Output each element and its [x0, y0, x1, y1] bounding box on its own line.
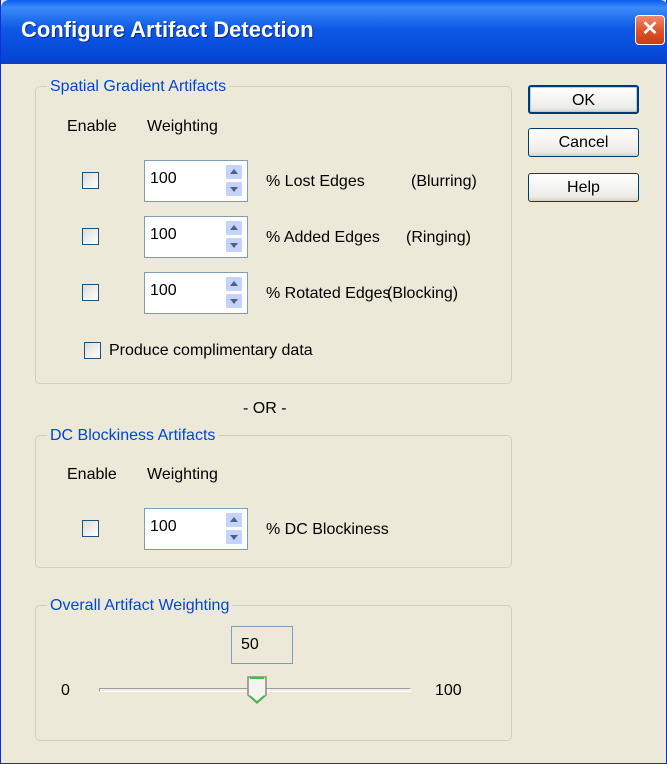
close-icon: ✕ [641, 18, 659, 40]
lost-edges-value[interactable]: 100 [150, 169, 177, 189]
spatial-gradient-label: Spatial Gradient Artifacts [47, 77, 230, 97]
added-edges-value[interactable]: 100 [150, 225, 177, 245]
dc-enable-header: Enable [67, 466, 117, 483]
slider-max-label: 100 [435, 682, 462, 699]
spin-down-button[interactable] [225, 181, 243, 197]
chevron-up-icon [230, 517, 238, 522]
overall-weighting-value: 50 [241, 636, 259, 653]
enable-header: Enable [67, 118, 117, 135]
window-title: Configure Artifact Detection [21, 17, 314, 42]
added-edges-label: % Added Edges [266, 229, 380, 246]
dc-blockiness-value[interactable]: 100 [150, 517, 177, 537]
dc-weighting-header: Weighting [147, 466, 218, 483]
spin-up-button[interactable] [225, 220, 243, 236]
added-edges-note: (Ringing) [406, 229, 471, 246]
chevron-down-icon [230, 535, 238, 540]
chevron-down-icon [230, 187, 238, 192]
spin-up-button[interactable] [225, 164, 243, 180]
rotated-edges-note: (Blocking) [387, 285, 459, 302]
slider-thumb-icon [247, 676, 267, 705]
dc-blockiness-row-label: % DC Blockiness [266, 521, 389, 538]
added-edges-checkbox[interactable] [82, 228, 99, 245]
chevron-down-icon [230, 243, 238, 248]
spin-up-button[interactable] [225, 512, 243, 528]
spin-down-button[interactable] [225, 237, 243, 253]
cancel-button[interactable]: Cancel [528, 128, 639, 157]
overall-weighting-slider-thumb[interactable] [246, 675, 268, 705]
lost-edges-checkbox[interactable] [82, 172, 99, 189]
rotated-edges-spinner[interactable]: 100 [144, 272, 248, 314]
rotated-edges-label: % Rotated Edges [266, 285, 391, 302]
chevron-up-icon [230, 225, 238, 230]
complimentary-data-label[interactable]: Produce complimentary data [109, 341, 313, 361]
spin-up-button[interactable] [225, 276, 243, 292]
lost-edges-label: % Lost Edges [266, 173, 365, 190]
dc-blockiness-checkbox[interactable] [82, 520, 99, 537]
chevron-up-icon [230, 169, 238, 174]
close-button[interactable]: ✕ [635, 15, 665, 45]
overall-weighting-value-box: 50 [231, 626, 293, 664]
spin-down-button[interactable] [225, 293, 243, 309]
dc-blockiness-label: DC Blockiness Artifacts [47, 426, 219, 446]
added-edges-spinner[interactable]: 100 [144, 216, 248, 258]
rotated-edges-value[interactable]: 100 [150, 281, 177, 301]
dc-blockiness-spinner[interactable]: 100 [144, 508, 248, 550]
help-button[interactable]: Help [528, 173, 639, 202]
ok-button[interactable]: OK [528, 85, 639, 114]
title-bar: Configure Artifact Detection ✕ [1, 0, 667, 64]
chevron-up-icon [230, 281, 238, 286]
rotated-edges-checkbox[interactable] [82, 284, 99, 301]
dc-blockiness-group [35, 435, 512, 568]
dialog-window: Configure Artifact Detection ✕ OK Cancel… [0, 0, 667, 764]
weighting-header: Weighting [147, 118, 218, 135]
spin-down-button[interactable] [225, 529, 243, 545]
chevron-down-icon [230, 299, 238, 304]
complimentary-data-checkbox[interactable] [84, 342, 101, 359]
overall-weighting-label: Overall Artifact Weighting [47, 596, 233, 616]
lost-edges-note: (Blurring) [411, 173, 477, 190]
slider-min-label: 0 [61, 682, 70, 699]
lost-edges-spinner[interactable]: 100 [144, 160, 248, 202]
or-divider: - OR - [243, 400, 287, 417]
